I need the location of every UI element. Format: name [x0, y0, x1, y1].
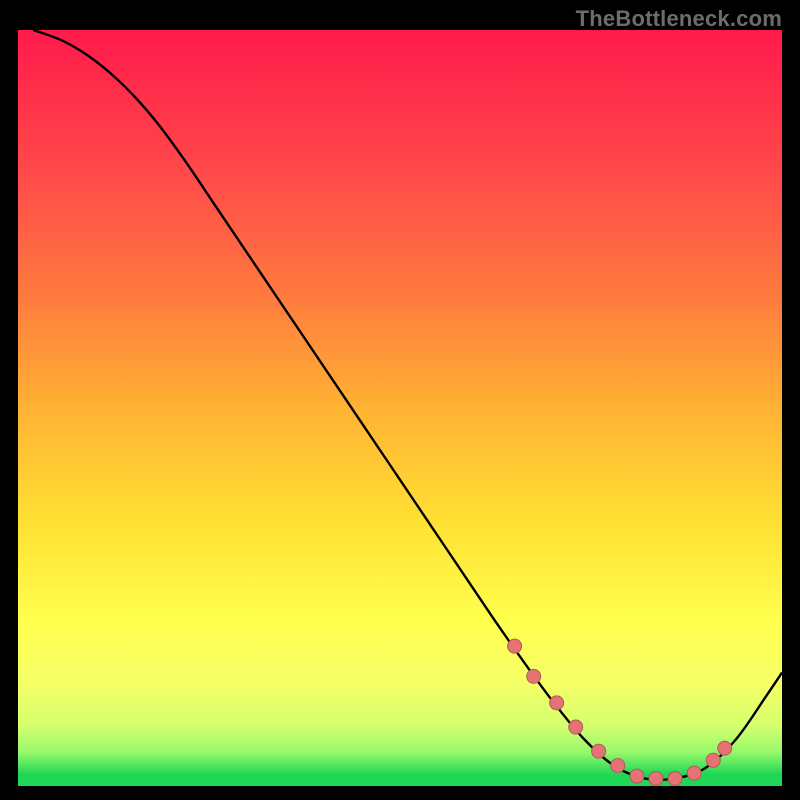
highlight-dot	[630, 769, 644, 783]
plot-area	[18, 30, 782, 786]
chart-frame: TheBottleneck.com	[0, 0, 800, 800]
highlight-dot	[649, 771, 663, 785]
highlight-dot	[527, 669, 541, 683]
highlight-dot	[687, 766, 701, 780]
highlight-dot	[668, 771, 682, 785]
highlight-dot	[611, 759, 625, 773]
watermark-label: TheBottleneck.com	[576, 6, 782, 32]
highlighted-points	[18, 30, 782, 786]
highlight-dot	[550, 696, 564, 710]
highlight-dot	[718, 741, 732, 755]
highlight-dot	[569, 720, 583, 734]
highlight-dot	[508, 639, 522, 653]
highlight-dot	[706, 753, 720, 767]
highlight-dot	[592, 744, 606, 758]
